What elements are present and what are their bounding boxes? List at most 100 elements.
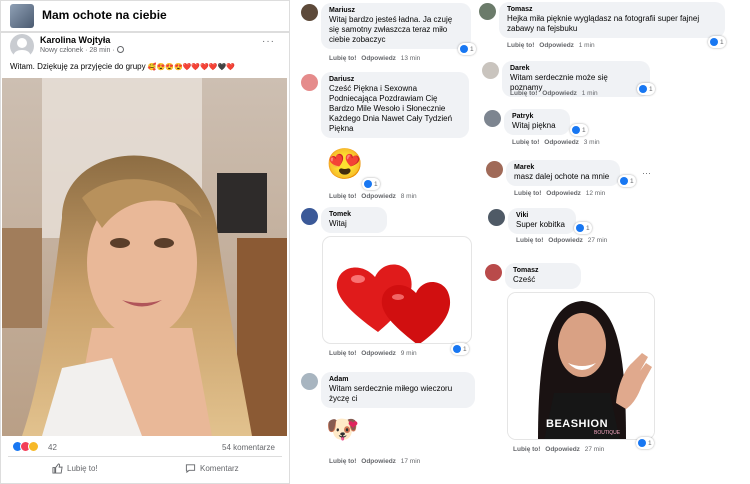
comment-reaction-count: 1 [374,180,378,188]
comment-sticker-beashion[interactable]: BEASHION BOUTIQUE [507,292,655,440]
commenter-name[interactable]: Darek [510,65,642,72]
commenter-avatar[interactable] [301,4,318,21]
comment-reaction-badge[interactable]: 1 [708,36,726,48]
heart-icon: ❤ [348,418,359,432]
commenter-name[interactable]: Dariusz [329,76,461,83]
like-icon [576,224,584,232]
comments-count[interactable]: 54 komentarze [222,443,275,452]
commenter-avatar[interactable] [301,373,318,390]
comment-actions: Lubię to! Odpowiedz 1 min [507,42,595,49]
comment-reaction-badge[interactable]: 1 [362,178,380,190]
comment-bubble: Adam Witam serdecznie miłego wieczoru ży… [321,372,475,408]
reactions-count[interactable]: 42 [48,443,57,452]
comment-reaction-badge[interactable]: 1 [451,343,469,355]
comment-reaction-badge[interactable]: 1 [618,175,636,187]
commenter-avatar[interactable] [301,74,318,91]
comment-actions: Lubię to! Odpowiedz 8 min [329,193,417,200]
post-meta: Nowy członek · 28 min · [40,46,124,54]
comment-reaction-badge[interactable]: 1 [637,83,655,95]
commenter-avatar[interactable] [479,3,496,20]
group-title[interactable]: Mam ochote na ciebie [42,8,167,22]
commenter-avatar[interactable] [488,209,505,226]
commenter-name[interactable]: Marek [514,164,612,171]
commenter-name[interactable]: Tomasz [507,6,717,13]
globe-icon [116,46,124,53]
beashion-sub: BOUTIQUE [594,430,621,436]
comment-text-line: Witaj piękna [512,121,556,130]
comment-reply-link[interactable]: Odpowiedz [548,237,583,244]
post-photo[interactable] [2,78,287,436]
commenter-avatar[interactable] [484,110,501,127]
like-button-label: Lubię to! [67,464,98,473]
comment-like-link[interactable]: Lubię to! [329,350,356,357]
like-icon [572,126,580,134]
comment-text-line: Cześć [513,275,536,284]
comment-button[interactable]: Komentarz [185,463,239,474]
comment-time: 8 min [400,193,417,200]
comment-text-line: masz dalej ochote na mnie [514,172,610,181]
comment-reply-link[interactable]: Odpowiedz [542,90,577,97]
like-icon [710,38,718,46]
commenter-name[interactable]: Tomek [329,211,379,218]
comment-reaction-count: 1 [649,85,653,93]
comment-reply-link[interactable]: Odpowiedz [361,458,396,465]
comment-bubble: Viki Super kobitka [508,208,576,234]
comment-bubble: Tomasz Hejka miła pięknie wyglądasz na f… [499,2,725,38]
comment-bubble: Mariusz Witaj bardzo jesteś ładna. Ja cz… [321,3,471,49]
comment-sticker-hearts[interactable] [322,236,472,344]
comment-like-link[interactable]: Lubię to! [329,458,356,465]
comment-like-link[interactable]: Lubię to! [329,193,356,200]
comment-text-line: Witam serdecznie miłego wieczoru [329,384,453,393]
comment-time: 27 min [587,237,608,244]
commenter-avatar[interactable] [486,161,503,178]
comment-reaction-badge[interactable]: 1 [570,124,588,136]
comment-reply-link[interactable]: Odpowiedz [361,350,396,357]
comment-bubble: Marek masz dalej ochote na mnie [506,160,620,186]
comment-reply-link[interactable]: Odpowiedz [545,446,580,453]
commenter-name[interactable]: Viki [516,212,568,219]
comment-text-line: zabawy na fejsbuku [507,24,578,33]
comment-like-link[interactable]: Lubię to! [516,237,543,244]
comment-reaction-badge[interactable]: 1 [636,437,654,449]
commenter-avatar[interactable] [482,62,499,79]
commenter-avatar[interactable] [485,264,502,281]
post-text-body: Witam. Dziękuję za przyjęcie do grupy [10,62,146,71]
post-author-name[interactable]: Karolina Wojtyła [40,35,110,45]
comment-more-button[interactable]: ··· [642,168,651,178]
post-author-avatar[interactable] [10,34,34,58]
comment-text-line: ciebie zobaczyc [329,35,386,44]
comment-reply-link[interactable]: Odpowiedz [361,193,396,200]
commenter-name[interactable]: Mariusz [329,7,463,14]
comment-text-line: Każdego Dnia Nawet Cały Tydzień [329,114,453,123]
group-thumbnail[interactable] [10,4,34,28]
comment-reply-link[interactable]: Odpowiedz [361,55,396,62]
comment-like-link[interactable]: Lubię to! [510,90,537,97]
comment-like-link[interactable]: Lubię to! [514,190,541,197]
commenter-name[interactable]: Patryk [512,113,562,120]
comment-actions: Lubię to! Odpowiedz 3 min [512,139,600,146]
like-icon [638,439,646,447]
commenter-name[interactable]: Tomasz [513,267,573,274]
comment-like-link[interactable]: Lubię to! [507,42,534,49]
comment-actions: Lubię to! Odpowiedz 17 min [329,458,420,465]
comment-time: 17 min [400,458,421,465]
comment-reaction-badge[interactable]: 1 [574,222,592,234]
comment-like-link[interactable]: Lubię to! [513,446,540,453]
like-icon [364,180,372,188]
comment-text-line: Cześć Piękna i Sexowna [329,84,418,93]
like-button[interactable]: Lubię to! [52,463,98,474]
comment-reply-link[interactable]: Odpowiedz [539,42,574,49]
post-more-button[interactable]: ··· [262,36,275,47]
comment-icon [185,464,196,474]
comment-actions: Lubię to! Odpowiedz 9 min [329,350,417,357]
comment-reaction-badge[interactable]: 1 [458,43,476,55]
post-divider [8,456,282,457]
comment-like-link[interactable]: Lubię to! [329,55,356,62]
comment-reply-link[interactable]: Odpowiedz [546,190,581,197]
comment-reply-link[interactable]: Odpowiedz [544,139,579,146]
comment-like-link[interactable]: Lubię to! [512,139,539,146]
commenter-avatar[interactable] [301,208,318,225]
comment-time: 27 min [584,446,605,453]
commenter-name[interactable]: Adam [329,376,467,383]
post-text: Witam. Dziękuję za przyjęcie do grupy 🥰😍… [10,62,235,71]
